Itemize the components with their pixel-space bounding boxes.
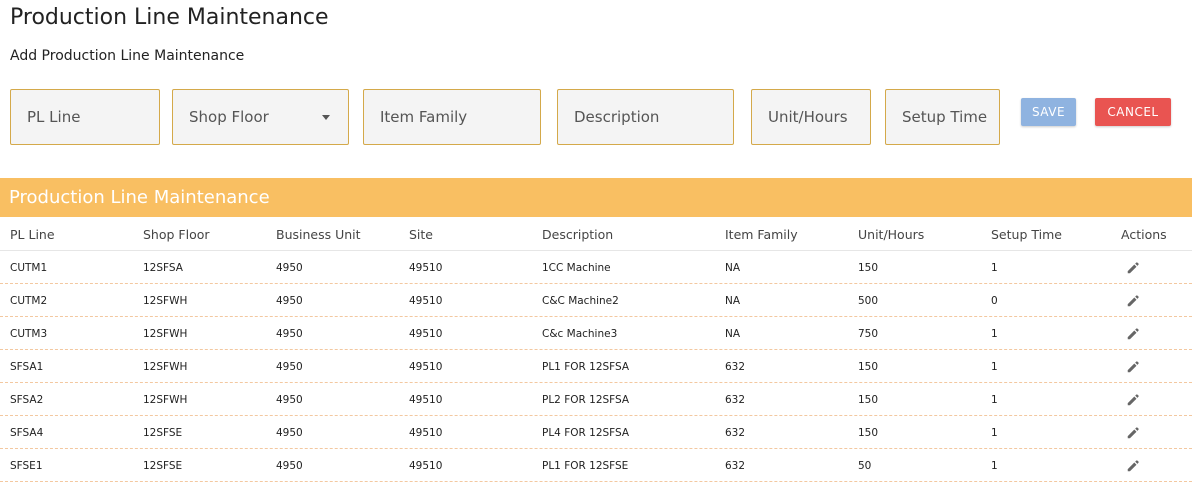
- form-title: Add Production Line Maintenance: [10, 48, 245, 64]
- cell-site: 49510: [409, 328, 443, 340]
- pencil-icon[interactable]: [1126, 293, 1140, 307]
- setup-time-placeholder: Setup Time: [902, 108, 988, 126]
- column-header-actions: Actions: [1121, 227, 1167, 242]
- cell-site: 49510: [409, 262, 443, 274]
- cell-site: 49510: [409, 460, 443, 472]
- shop-floor-select[interactable]: Shop Floor: [172, 89, 349, 145]
- description-placeholder: Description: [574, 108, 660, 126]
- cell-unit-hours: 50: [858, 460, 872, 472]
- cell-unit-hours: 150: [858, 427, 879, 439]
- pencil-icon[interactable]: [1126, 392, 1140, 406]
- cell-item-family: NA: [725, 328, 741, 340]
- table-row: SFSA1 12SFWH 4950 49510 PL1 FOR 12SFSA 632 150…: [0, 350, 1192, 383]
- pencil-icon[interactable]: [1126, 260, 1140, 274]
- cell-pl-line: CUTM2: [10, 295, 48, 307]
- column-header-shop-floor: Shop Floor: [143, 227, 210, 242]
- cell-description: PL2 FOR 12SFSA: [542, 394, 630, 406]
- cell-unit-hours: 750: [858, 328, 879, 340]
- page-title: Production Line Maintenance: [10, 5, 329, 30]
- cell-unit-hours: 150: [858, 394, 879, 406]
- cell-business-unit: 4950: [276, 394, 303, 406]
- save-button[interactable]: SAVE: [1021, 98, 1076, 126]
- cell-pl-line: SFSA4: [10, 427, 44, 439]
- cell-setup-time: 1: [991, 427, 998, 439]
- cell-setup-time: 1: [991, 328, 998, 340]
- cancel-button[interactable]: CANCEL: [1095, 98, 1171, 126]
- table-row: SFSA2 12SFWH 4950 49510 PL2 FOR 12SFSA 632 150…: [0, 383, 1192, 416]
- cell-shop-floor: 12SFWH: [143, 328, 188, 340]
- unit-hours-placeholder: Unit/Hours: [768, 108, 848, 126]
- chevron-down-icon: [322, 115, 330, 120]
- cell-business-unit: 4950: [276, 328, 303, 340]
- cell-item-family: 632: [725, 394, 746, 406]
- cell-site: 49510: [409, 295, 443, 307]
- column-header-business-unit: Business Unit: [276, 227, 361, 242]
- cell-shop-floor: 12SFSA: [143, 262, 183, 274]
- cell-description: C&c Machine3: [542, 328, 618, 340]
- table-header: PL Line Shop Floor Business Unit Site Descri…: [0, 218, 1192, 251]
- column-header-item-family: Item Family: [725, 227, 798, 242]
- setup-time-input[interactable]: Setup Time: [885, 89, 1000, 145]
- table-row: CUTM3 12SFWH 4950 49510 C&c Machine3 NA 750 1: [0, 317, 1192, 350]
- pencil-icon[interactable]: [1126, 425, 1140, 439]
- cell-setup-time: 1: [991, 394, 998, 406]
- cell-shop-floor: 12SFSE: [143, 427, 183, 439]
- cell-shop-floor: 12SFWH: [143, 394, 188, 406]
- table-row: SFSE1 12SFSE 4950 49510 PL1 FOR 12SFSE 632 50 1: [0, 449, 1192, 482]
- cell-setup-time: 1: [991, 361, 998, 373]
- cell-setup-time: 0: [991, 295, 998, 307]
- table-row: CUTM2 12SFWH 4950 49510 C&C Machine2 NA 500 0: [0, 284, 1192, 317]
- column-header-setup-time: Setup Time: [991, 227, 1062, 242]
- description-input[interactable]: Description: [557, 89, 734, 145]
- cell-description: C&C Machine2: [542, 295, 619, 307]
- pl-line-placeholder: PL Line: [27, 108, 81, 126]
- table-row: CUTM1 12SFSA 4950 49510 1CC Machine NA 150 1: [0, 251, 1192, 284]
- cell-description: PL4 FOR 12SFSA: [542, 427, 630, 439]
- cell-business-unit: 4950: [276, 361, 303, 373]
- item-family-input[interactable]: Item Family: [363, 89, 541, 145]
- cell-site: 49510: [409, 427, 443, 439]
- shop-floor-placeholder: Shop Floor: [189, 108, 269, 126]
- cell-pl-line: CUTM3: [10, 328, 48, 340]
- cell-pl-line: SFSA2: [10, 394, 44, 406]
- cell-item-family: 632: [725, 427, 746, 439]
- cell-business-unit: 4950: [276, 295, 303, 307]
- cell-shop-floor: 12SFWH: [143, 361, 188, 373]
- table-panel-header: Production Line Maintenance: [0, 178, 1192, 217]
- unit-hours-input[interactable]: Unit/Hours: [751, 89, 871, 145]
- cell-business-unit: 4950: [276, 460, 303, 472]
- cell-unit-hours: 150: [858, 361, 879, 373]
- cell-shop-floor: 12SFWH: [143, 295, 188, 307]
- pencil-icon[interactable]: [1126, 359, 1140, 373]
- column-header-description: Description: [542, 227, 614, 242]
- cell-site: 49510: [409, 361, 443, 373]
- cell-item-family: 632: [725, 361, 746, 373]
- cell-site: 49510: [409, 394, 443, 406]
- pl-line-input[interactable]: PL Line: [10, 89, 160, 145]
- cell-unit-hours: 500: [858, 295, 879, 307]
- cell-business-unit: 4950: [276, 262, 303, 274]
- cell-description: PL1 FOR 12SFSA: [542, 361, 630, 373]
- cell-shop-floor: 12SFSE: [143, 460, 183, 472]
- cell-pl-line: CUTM1: [10, 262, 48, 274]
- item-family-placeholder: Item Family: [380, 108, 468, 126]
- cell-setup-time: 1: [991, 262, 998, 274]
- column-header-unit-hours: Unit/Hours: [858, 227, 925, 242]
- cell-unit-hours: 150: [858, 262, 879, 274]
- cell-business-unit: 4950: [276, 427, 303, 439]
- cell-item-family: NA: [725, 295, 741, 307]
- cell-description: PL1 FOR 12SFSE: [542, 460, 629, 472]
- table-row: SFSA4 12SFSE 4950 49510 PL4 FOR 12SFSA 632 150…: [0, 416, 1192, 449]
- pencil-icon[interactable]: [1126, 326, 1140, 340]
- cell-pl-line: SFSE1: [10, 460, 43, 472]
- cell-item-family: NA: [725, 262, 741, 274]
- cell-setup-time: 1: [991, 460, 998, 472]
- cell-pl-line: SFSA1: [10, 361, 44, 373]
- column-header-pl-line: PL Line: [10, 227, 55, 242]
- pencil-icon[interactable]: [1126, 458, 1140, 472]
- column-header-site: Site: [409, 227, 433, 242]
- cell-description: 1CC Machine: [542, 262, 611, 274]
- cell-item-family: 632: [725, 460, 746, 472]
